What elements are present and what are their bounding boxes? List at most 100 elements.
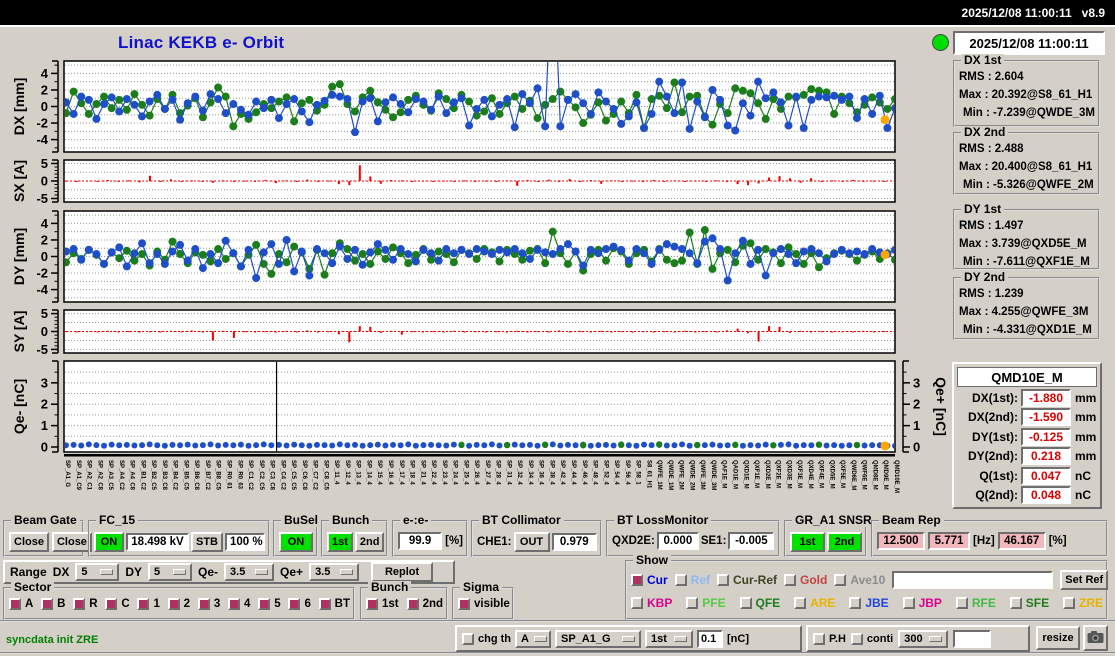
screenshot-button[interactable] [1083, 625, 1108, 651]
checkbox-visible[interactable]: visible [458, 598, 510, 610]
checkbox-jbp[interactable]: JBP [902, 596, 942, 610]
divider [0, 652, 1115, 654]
svg-text:SP_B4_C2: SP_B4_C2 [172, 460, 178, 491]
svg-text:SP_A2_C1: SP_A2_C1 [86, 460, 92, 491]
checkbox-ave10[interactable]: Ave10 [834, 573, 885, 587]
ee-ratio-unit: [%] [445, 535, 463, 547]
checkbox-qfe[interactable]: QFE [739, 596, 780, 610]
checkbox-kbp[interactable]: KBP [631, 596, 672, 610]
svg-text:-5: -5 [36, 191, 48, 206]
replot-button[interactable]: Replot [371, 562, 434, 582]
checkbox-jbe[interactable]: JBE [849, 596, 889, 610]
ee-ratio-value: 99.9 [398, 532, 443, 550]
checkbox-cur[interactable]: Cur [631, 573, 668, 587]
checkbox-2[interactable]: 2 [167, 598, 190, 610]
range-qem-dropdown[interactable]: 3.5 [224, 563, 275, 581]
range-dx-dropdown[interactable]: 5 [75, 563, 120, 581]
checkbox-6[interactable]: 6 [288, 598, 311, 610]
range-qep-dropdown[interactable]: 3.5 [309, 563, 360, 581]
checkbox-are[interactable]: ARE [794, 596, 835, 610]
checkbox-pfe[interactable]: PFE [686, 596, 726, 610]
svg-text:SP_52_4: SP_52_4 [602, 460, 608, 485]
svg-text:SP_28_4: SP_28_4 [495, 460, 501, 485]
svg-text:QMD9E_M: QMD9E_M [882, 460, 888, 490]
checkbox-cur-ref[interactable]: Cur-Ref [717, 573, 777, 587]
fc15-on-button[interactable]: ON [94, 532, 124, 552]
checkbox-gold[interactable]: Gold [784, 573, 827, 587]
checkbox-icon [9, 598, 21, 610]
stat-box-title: DX 2nd [961, 126, 1009, 139]
count-input[interactable] [953, 629, 992, 648]
set-ref-button[interactable]: Set Ref [1060, 570, 1109, 590]
checkbox-4[interactable]: 4 [228, 598, 250, 610]
gr-a1-2nd-button[interactable]: 2nd [827, 532, 862, 552]
svg-text:3: 3 [41, 375, 48, 390]
che1-out-button[interactable]: OUT [513, 532, 550, 552]
busel-on-button[interactable]: ON [279, 532, 313, 552]
threshold-input[interactable] [697, 629, 723, 648]
stat-row: Min : -7.611@QXF1E_M [963, 256, 1090, 268]
checkbox-icon [73, 598, 86, 610]
monitor-row-value: 0.048 [1021, 486, 1071, 504]
checkbox-2nd[interactable]: 2nd [406, 598, 443, 610]
svg-text:SP_A1_C9: SP_A1_C9 [75, 460, 81, 491]
acquisition-frame: P.H conti 300 [806, 625, 1030, 652]
svg-text:SP_56_4: SP_56_4 [624, 460, 630, 485]
checkbox-b[interactable]: B [41, 598, 65, 610]
svg-text:SP_21_4: SP_21_4 [419, 460, 425, 485]
ph-checkbox[interactable]: P.H [813, 632, 846, 645]
svg-text:SP_23_4: SP_23_4 [441, 460, 447, 485]
svg-text:SP_15_4: SP_15_4 [376, 460, 382, 485]
show-group: Show Cur Ref Cur-Ref Gold Ave10 Set Ref KBP P… [625, 554, 1109, 620]
checkbox-5[interactable]: 5 [258, 598, 281, 610]
beam-gate-close-button-1[interactable]: Close [9, 532, 49, 552]
bunch-dropdown[interactable]: 1st [645, 629, 693, 648]
stat-row: RMS : 1.239 [959, 288, 1024, 300]
svg-text:SP_B1_C2: SP_B1_C2 [139, 460, 145, 491]
stat-row: Min : -7.239@QWDE_3M [963, 107, 1095, 119]
svg-text:SP_44_4: SP_44_4 [570, 460, 576, 485]
checkbox-sfe[interactable]: SFE [1009, 596, 1049, 610]
checkbox-label: Gold [800, 573, 828, 587]
range-dy-dropdown[interactable]: 5 [148, 563, 193, 581]
resize-button[interactable]: resize [1036, 626, 1080, 650]
checkbox-zre[interactable]: ZRE [1062, 596, 1103, 610]
bunch-1st-button[interactable]: 1st [327, 532, 353, 552]
checkbox-ref[interactable]: Ref [674, 573, 710, 587]
bpm-dropdown[interactable]: SP_A1_G [555, 629, 641, 648]
count-dropdown[interactable]: 300 [898, 629, 949, 648]
sector-dropdown[interactable]: A [515, 629, 551, 648]
dropdown-indicator-icon [929, 635, 943, 642]
svg-text:QXF1E_M: QXF1E_M [753, 460, 759, 488]
stat-box-title: DY 1st [961, 203, 1005, 216]
checkbox-3[interactable]: 3 [197, 598, 220, 610]
svg-text:SP_B7_C2: SP_B7_C2 [204, 460, 210, 491]
checkbox-icon [739, 597, 752, 609]
conti-checkbox[interactable]: conti [850, 632, 893, 645]
chg-th-checkbox[interactable]: chg th [462, 632, 511, 645]
checkbox-1[interactable]: 1 [137, 598, 160, 610]
gr-a1-snsr-label: GR_A1 SNSR [792, 514, 875, 527]
busel-label: BuSel [281, 514, 322, 527]
fc15-stb-button[interactable]: STB [191, 532, 223, 552]
ref-name-input[interactable] [892, 571, 1054, 589]
bunch-2nd-button[interactable]: 2nd [354, 532, 385, 552]
monitor-row-label: Q(1st): [979, 468, 1018, 483]
svg-text:-5: -5 [36, 342, 48, 357]
checkbox-a[interactable]: A [9, 598, 33, 610]
svg-text:SP_A3_C5: SP_A3_C5 [107, 460, 113, 491]
checkbox-rfe[interactable]: RFE [955, 596, 996, 610]
checkbox-r[interactable]: R [73, 598, 98, 610]
checkbox-c[interactable]: C [105, 598, 130, 610]
svg-text:0: 0 [913, 440, 920, 455]
checkbox-1st[interactable]: 1st [366, 598, 399, 610]
gr-a1-1st-button[interactable]: 1st [790, 532, 825, 552]
gr-a1-snsr-group: GR_A1 SNSR 1st 2nd [784, 514, 875, 557]
checkbox-bt[interactable]: BT [318, 598, 350, 610]
ee-ratio-label: e-:e- [400, 514, 432, 527]
svg-text:SP_36_4: SP_36_4 [538, 460, 544, 485]
svg-text:2: 2 [41, 232, 48, 247]
svg-text:SP_B3_C8: SP_B3_C8 [161, 460, 167, 491]
beam-gate-close-button-2[interactable]: Close [51, 532, 92, 552]
svg-text:SP_A4_C2: SP_A4_C2 [118, 460, 124, 491]
